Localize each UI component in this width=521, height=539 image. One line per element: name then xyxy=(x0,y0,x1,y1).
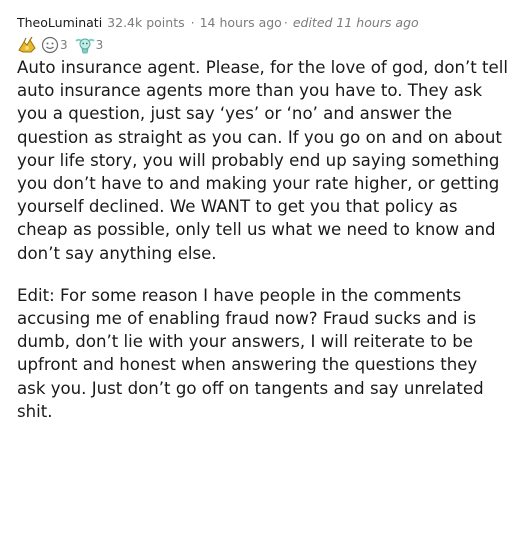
comment: TheoLuminati 32.4k points · 14 hours ago… xyxy=(0,0,521,539)
points-count: 32.4k points xyxy=(107,15,185,30)
timestamp[interactable]: 14 hours ago xyxy=(200,14,282,32)
wholesome-award-count: 3 xyxy=(60,38,68,52)
comment-paragraph-1: Auto insurance agent. Please, for the lo… xyxy=(17,58,508,263)
comment-meta: TheoLuminati 32.4k points · 14 hours ago… xyxy=(17,14,509,32)
hands-award-icon xyxy=(17,36,37,54)
separator-dot: · xyxy=(190,15,195,30)
wholesome-award-icon xyxy=(41,36,59,54)
awards-row[interactable]: 3 3 xyxy=(17,34,509,56)
award-helpful[interactable]: 3 xyxy=(74,36,107,54)
author-username[interactable]: TheoLuminati xyxy=(17,14,102,32)
separator-dot-2: · xyxy=(283,15,288,30)
helpful-award-count: 3 xyxy=(95,38,104,52)
edited-timestamp: edited 11 hours ago xyxy=(292,15,419,30)
comment-body: Auto insurance agent. Please, for the lo… xyxy=(17,56,509,423)
award-hands[interactable] xyxy=(17,36,37,54)
helpful-award-icon xyxy=(74,36,95,54)
award-wholesome[interactable]: 3 xyxy=(41,36,71,54)
comment-paragraph-2: Edit: For some reason I have people in t… xyxy=(17,285,484,421)
